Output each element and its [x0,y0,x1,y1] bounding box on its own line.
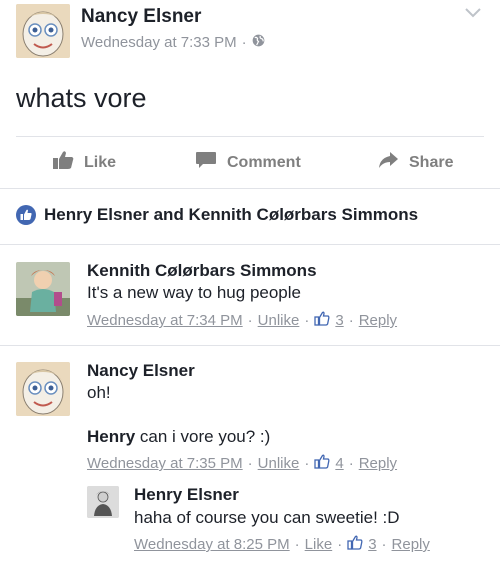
comment-label: Comment [227,153,301,171]
meta-separator: · [348,455,354,472]
meta-separator: · [247,455,253,472]
comment-timestamp[interactable]: Wednesday at 7:34 PM [87,312,243,329]
reply-author-name[interactable]: Henry Elsner [134,485,239,505]
post-text: whats vore [16,83,147,113]
unlike-link[interactable]: Unlike [258,455,300,472]
mention-link[interactable]: Henry [87,427,135,446]
meta-separator: · [348,312,354,329]
comment-text: It's a new way to hug people [87,283,301,302]
comment-avatar[interactable] [16,262,70,316]
comment-meta: Wednesday at 7:35 PM · Unlike · 4 · Repl… [87,454,397,473]
comment-avatar[interactable] [16,362,70,416]
reactions-summary[interactable]: Henry Elsner and Kennith Cølørbars Simmo… [16,205,418,225]
divider [0,345,500,346]
meta-separator: · [337,536,343,553]
chevron-down-icon[interactable] [464,6,482,24]
reply-link[interactable]: Reply [359,455,397,472]
comment-like-count[interactable]: 3 [335,312,343,329]
reply-meta: Wednesday at 8:25 PM · Like · 3 · Reply [134,535,430,554]
like-link[interactable]: Like [305,536,333,553]
like-reaction-icon [16,205,36,225]
thumbs-up-icon [314,454,330,473]
thumbs-up-icon [52,150,74,175]
meta-separator: · [247,312,253,329]
globe-icon [252,34,265,51]
unlike-link[interactable]: Unlike [258,312,300,329]
share-button[interactable]: Share [377,150,453,175]
share-icon [377,150,399,175]
like-button[interactable]: Like [52,150,116,175]
divider [0,244,500,245]
comment-author-name[interactable]: Nancy Elsner [87,361,195,381]
comment-text: can i vore you? :) [139,427,271,446]
meta-separator: · [241,34,247,51]
reply-text: haha of course you can sweetie! :D [134,508,400,527]
meta-separator: · [304,312,310,329]
thumbs-up-icon [347,535,363,554]
reaction-names: Henry Elsner and Kennith Cølørbars Simmo… [44,205,419,224]
post-author-avatar[interactable] [16,4,70,58]
meta-separator: · [381,536,387,553]
share-label: Share [409,153,454,171]
post-timestamp[interactable]: Wednesday at 7:33 PM [81,34,237,51]
post-author-name[interactable]: Nancy Elsner [81,6,201,28]
reply-like-count[interactable]: 3 [368,536,376,553]
comment-like-count[interactable]: 4 [335,455,343,472]
meta-separator: · [294,536,300,553]
like-label: Like [84,153,117,171]
comment-author-name[interactable]: Kennith Cølørbars Simmons [87,261,317,281]
comment-text-line: Henry can i vore you? :) [87,427,270,447]
comment-icon [195,150,217,175]
divider [16,136,484,137]
comment-timestamp[interactable]: Wednesday at 7:35 PM [87,455,243,472]
comment-text: oh! [87,383,111,402]
reply-avatar[interactable] [87,486,119,518]
thumbs-up-icon [314,311,330,330]
meta-separator: · [304,455,310,472]
comment-meta: Wednesday at 7:34 PM · Unlike · 3 · Repl… [87,311,397,330]
post-meta: Wednesday at 7:33 PM · [81,34,265,51]
reply-link[interactable]: Reply [392,536,430,553]
reply-link[interactable]: Reply [359,312,397,329]
reply-timestamp[interactable]: Wednesday at 8:25 PM [134,536,290,553]
comment-button[interactable]: Comment [195,150,301,175]
divider [0,188,500,189]
